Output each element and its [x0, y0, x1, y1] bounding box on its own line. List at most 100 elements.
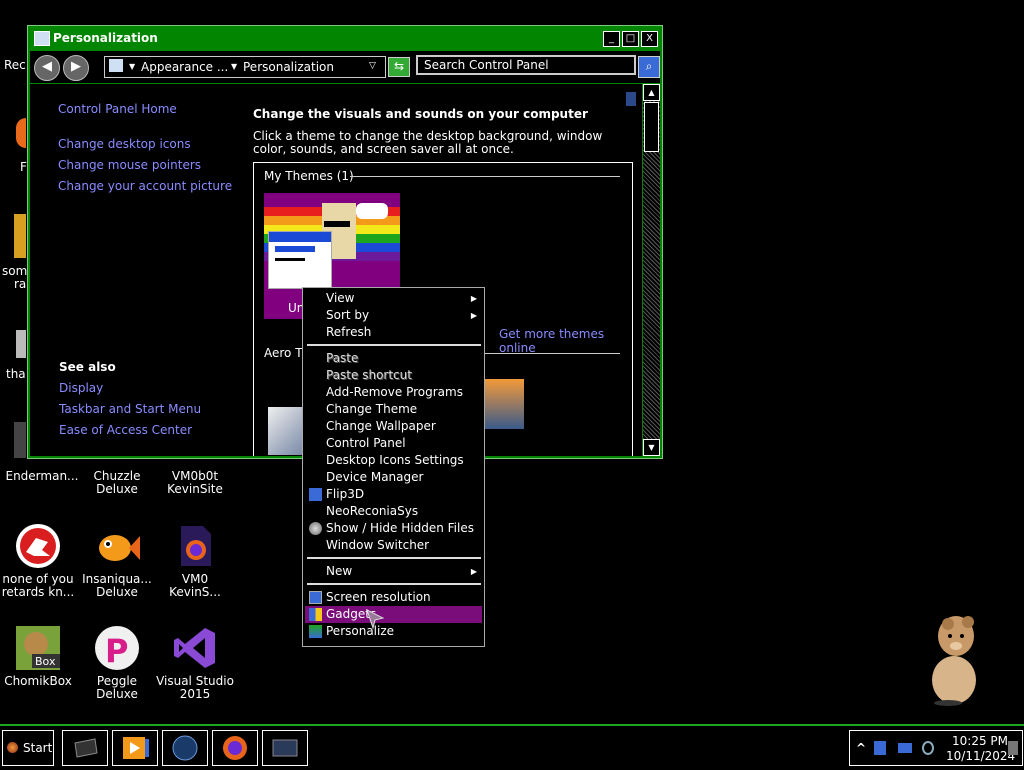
- breadcrumb-item[interactable]: Personalization: [243, 60, 334, 74]
- get-more-themes-link[interactable]: Get more themes online: [499, 327, 632, 355]
- desktop-icon-label: Insaniqua... Deluxe: [82, 572, 152, 599]
- aero-theme-thumbnail[interactable]: [482, 379, 524, 429]
- clock-date[interactable]: 10/11/2024: [946, 749, 1015, 763]
- menu-separator: [307, 557, 481, 559]
- help-icon[interactable]: [626, 92, 636, 106]
- change-desktop-icons-link[interactable]: Change desktop icons: [58, 137, 191, 151]
- page-description: Click a theme to change the desktop back…: [253, 129, 603, 156]
- system-tray: ^ 10:25 PM 10/11/2024: [849, 730, 1023, 766]
- menu-item-sort-by[interactable]: Sort by ▶: [305, 307, 482, 324]
- menu-item-label: Window Switcher: [326, 538, 430, 552]
- menu-item-label: Change Theme: [326, 402, 418, 416]
- submenu-arrow-icon: ▶: [470, 311, 477, 320]
- clipped-label: ra: [14, 277, 27, 291]
- folder-icon-fragment[interactable]: [14, 214, 26, 258]
- desktop-icon-vm0b0t[interactable]: VM0b0t KevinSite: [153, 470, 237, 496]
- clock-time[interactable]: 10:25 PM: [952, 734, 1008, 748]
- control-panel-icon: [34, 31, 50, 46]
- maximize-button[interactable]: □: [622, 31, 639, 47]
- menu-item-flip3d[interactable]: Flip3D: [305, 486, 482, 503]
- desktop-icon-label: Visual Studio 2015: [156, 674, 234, 701]
- taskbar: Start ^ 10:25 PM 10/11/2024: [0, 724, 1024, 770]
- menu-item-paste[interactable]: Paste: [305, 350, 482, 367]
- dropdown-icon[interactable]: ▽: [369, 61, 376, 71]
- taskbar-window-button[interactable]: [262, 730, 308, 766]
- scroll-thumb[interactable]: [644, 102, 659, 152]
- volume-icon[interactable]: [922, 741, 934, 755]
- desktop-icon-enderman[interactable]: Enderman...: [0, 470, 84, 483]
- app-icon-fragment[interactable]: [14, 422, 26, 458]
- window-preview: [268, 231, 332, 289]
- menu-item-screen-resolution[interactable]: Screen resolution: [305, 589, 482, 606]
- control-panel-home-link[interactable]: Control Panel Home: [58, 102, 177, 116]
- taskbar-app-button[interactable]: [62, 730, 108, 766]
- aero-theme-thumbnail[interactable]: [268, 407, 302, 455]
- notification-icon[interactable]: [1008, 741, 1018, 755]
- network-icon[interactable]: [874, 741, 886, 755]
- display-icon[interactable]: [898, 743, 912, 753]
- desktop-icon-chuzzle[interactable]: Chuzzle Deluxe: [75, 470, 159, 496]
- vertical-scrollbar[interactable]: ▲ ▼: [643, 84, 660, 456]
- clipped-label: F: [20, 160, 27, 174]
- menu-item-change-theme[interactable]: Change Theme: [305, 401, 482, 418]
- red-dragon-icon: [14, 522, 62, 570]
- window-title: Personalization: [53, 31, 158, 45]
- search-icon[interactable]: ⌕: [638, 56, 660, 78]
- chevron-right-icon: ▼: [231, 62, 238, 71]
- taskbar-firefox-button[interactable]: [212, 730, 258, 766]
- title-bar[interactable]: Personalization _ □ X: [28, 26, 662, 50]
- menu-item-label: New: [326, 564, 353, 578]
- my-themes-label: My Themes (1): [264, 169, 354, 183]
- minimize-button[interactable]: _: [603, 31, 620, 47]
- refresh-button[interactable]: ⇆: [388, 57, 410, 77]
- visual-studio-icon: [171, 624, 219, 672]
- menu-item-window-switcher[interactable]: Window Switcher: [305, 537, 482, 554]
- desktop-icon-vm0-kevins[interactable]: VM0 KevinS...: [153, 522, 237, 599]
- search-input[interactable]: [416, 55, 636, 75]
- app-icon-fragment[interactable]: [16, 330, 26, 358]
- close-button[interactable]: X: [641, 31, 658, 47]
- clipped-label: Rec: [4, 58, 26, 72]
- display-link[interactable]: Display: [59, 381, 103, 395]
- menu-item-new[interactable]: New ▶: [305, 563, 482, 580]
- menu-item-paste-shortcut[interactable]: Paste shortcut: [305, 367, 482, 384]
- desktop-icon-label: Peggle Deluxe: [96, 674, 138, 701]
- desktop-icon-peggle[interactable]: P Peggle Deluxe: [75, 624, 159, 701]
- menu-item-show-hide-hidden-files[interactable]: Show / Hide Hidden Files: [305, 520, 482, 537]
- scroll-up-icon[interactable]: ▲: [643, 84, 660, 101]
- forward-button[interactable]: ▶: [63, 55, 89, 81]
- start-button[interactable]: Start: [2, 730, 54, 766]
- menu-item-personalize[interactable]: Personalize: [305, 623, 482, 640]
- desktop-icon-label: Enderman...: [5, 469, 79, 483]
- menu-item-device-manager[interactable]: Device Manager: [305, 469, 482, 486]
- menu-item-label: Change Wallpaper: [326, 419, 436, 433]
- scroll-down-icon[interactable]: ▼: [643, 439, 660, 456]
- taskbar-globe-button[interactable]: [162, 730, 208, 766]
- desktop-icon-chomikbox[interactable]: Box ChomikBox: [0, 624, 80, 688]
- breadcrumb-item[interactable]: Appearance ...: [141, 60, 228, 74]
- taskbar-media-player-button[interactable]: [112, 730, 158, 766]
- menu-item-label: Refresh: [326, 325, 372, 339]
- ease-of-access-link[interactable]: Ease of Access Center: [59, 423, 192, 437]
- menu-item-add-remove-programs[interactable]: Add-Remove Programs: [305, 384, 482, 401]
- desktop-icon-visual-studio[interactable]: Visual Studio 2015: [153, 624, 237, 701]
- back-button[interactable]: ◀: [34, 55, 60, 81]
- tray-expand-icon[interactable]: ^: [856, 741, 866, 755]
- menu-item-change-wallpaper[interactable]: Change Wallpaper: [305, 418, 482, 435]
- desktop-icon-insaniquarium[interactable]: Insaniqua... Deluxe: [75, 522, 159, 599]
- desktop-icon-none-of-you[interactable]: none of you retards kn...: [0, 522, 80, 599]
- menu-item-gadgets[interactable]: Gadgets: [305, 606, 482, 623]
- menu-item-control-panel[interactable]: Control Panel: [305, 435, 482, 452]
- breadcrumb[interactable]: ▼ Appearance ... ▼ Personalization ▽: [104, 56, 386, 78]
- menu-item-neoreconiasys[interactable]: NeoReconiaSys: [305, 503, 482, 520]
- change-mouse-pointers-link[interactable]: Change mouse pointers: [58, 158, 201, 172]
- menu-item-view[interactable]: View ▶: [305, 290, 482, 307]
- change-account-picture-link[interactable]: Change your account picture: [58, 179, 232, 193]
- chevron-right-icon: ▼: [129, 62, 136, 71]
- firefox-document-icon: [171, 522, 219, 570]
- menu-item-refresh[interactable]: Refresh: [305, 324, 482, 341]
- screen-resolution-icon: [309, 591, 322, 604]
- menu-item-desktop-icons-settings[interactable]: Desktop Icons Settings: [305, 452, 482, 469]
- firefox-icon-fragment[interactable]: [16, 118, 26, 148]
- taskbar-start-menu-link[interactable]: Taskbar and Start Menu: [59, 402, 201, 416]
